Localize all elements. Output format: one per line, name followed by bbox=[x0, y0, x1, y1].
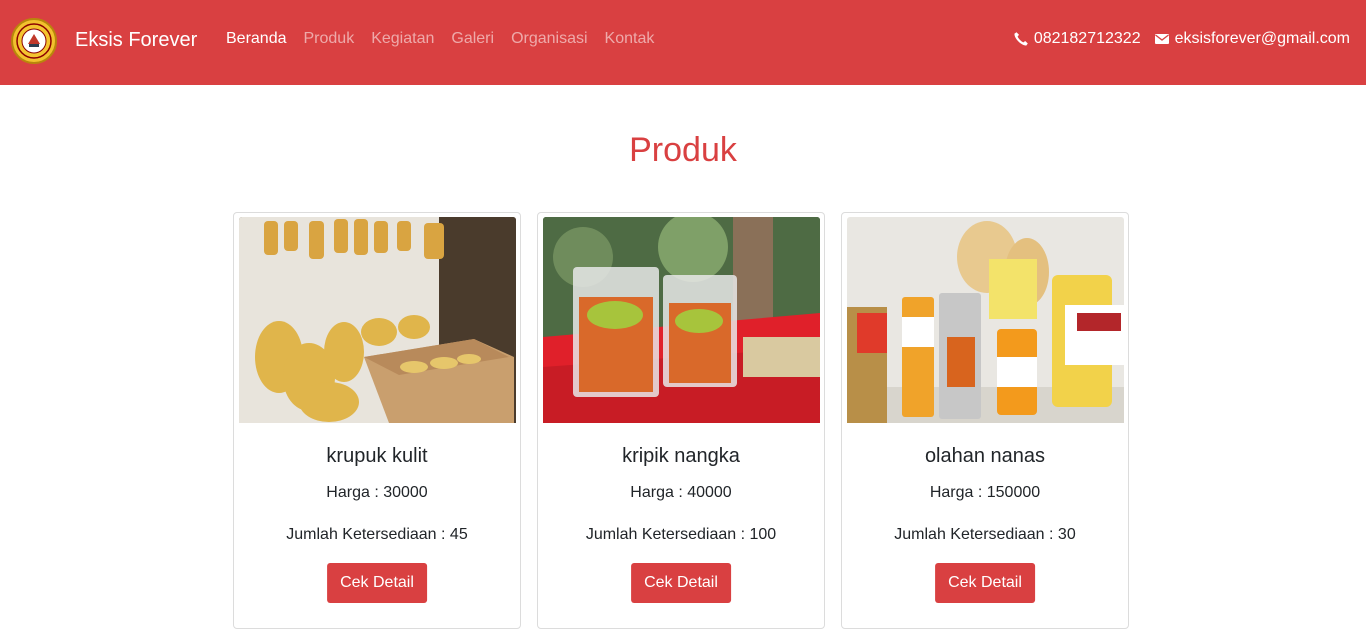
phone-number[interactable]: 082182712322 bbox=[1034, 29, 1141, 49]
nav-item-kontak[interactable]: Kontak bbox=[605, 29, 655, 49]
school-emblem-icon[interactable] bbox=[11, 18, 57, 64]
product-price: Harga : 40000 bbox=[630, 484, 732, 501]
product-price: Harga : 150000 bbox=[929, 484, 1041, 501]
product-card: olahan nanas Harga : 150000 Jumlah Keter… bbox=[841, 212, 1129, 629]
nav-item-galeri[interactable]: Galeri bbox=[451, 29, 494, 49]
product-name: kripik nangka bbox=[622, 445, 740, 467]
nav-item-produk[interactable]: Produk bbox=[304, 29, 355, 49]
product-card: krupuk kulit Harga : 30000 Jumlah Keters… bbox=[233, 212, 521, 629]
product-stock: Jumlah Ketersediaan : 100 bbox=[585, 526, 777, 543]
section-title: Produk bbox=[629, 131, 737, 169]
brand-name[interactable]: Eksis Forever bbox=[75, 28, 197, 52]
nav-item-beranda[interactable]: Beranda bbox=[226, 29, 287, 49]
product-image bbox=[543, 217, 820, 423]
detail-button[interactable]: Cek Detail bbox=[327, 563, 427, 603]
product-price: Harga : 30000 bbox=[326, 484, 428, 501]
detail-button[interactable]: Cek Detail bbox=[935, 563, 1035, 603]
envelope-icon bbox=[1153, 30, 1171, 48]
phone-icon bbox=[1012, 30, 1030, 48]
product-name: olahan nanas bbox=[924, 445, 1046, 467]
product-card: kripik nangka Harga : 40000 Jumlah Keter… bbox=[537, 212, 825, 629]
product-list: krupuk kulit Harga : 30000 Jumlah Keters… bbox=[233, 212, 1145, 629]
product-stock: Jumlah Ketersediaan : 30 bbox=[894, 526, 1076, 543]
detail-button[interactable]: Cek Detail bbox=[631, 563, 731, 603]
product-image bbox=[847, 217, 1124, 423]
product-stock: Jumlah Ketersediaan : 45 bbox=[286, 526, 468, 543]
navbar: Eksis Forever Beranda Produk Kegiatan Ga… bbox=[0, 0, 1366, 85]
product-name: krupuk kulit bbox=[326, 445, 428, 467]
contact-info: 082182712322 eksisforever@gmail.com bbox=[1012, 29, 1350, 49]
product-image bbox=[239, 217, 516, 423]
nav-item-kegiatan[interactable]: Kegiatan bbox=[371, 29, 434, 49]
nav-item-organisasi[interactable]: Organisasi bbox=[511, 29, 587, 49]
email-address[interactable]: eksisforever@gmail.com bbox=[1175, 29, 1350, 49]
nav-menu: Beranda Produk Kegiatan Galeri Organisas… bbox=[226, 29, 671, 49]
